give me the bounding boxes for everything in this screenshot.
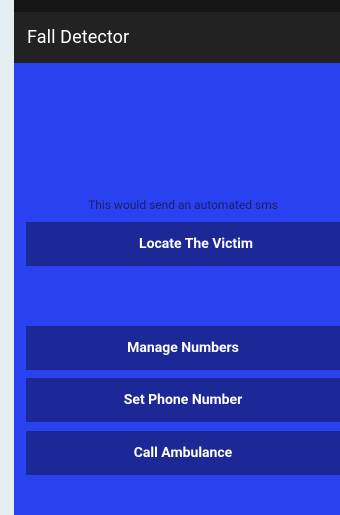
- locate-victim-button[interactable]: Locate The Victim: [26, 222, 340, 266]
- app-title: Fall Detector: [27, 27, 130, 48]
- set-phone-number-button[interactable]: Set Phone Number: [26, 378, 340, 422]
- call-ambulance-button[interactable]: Call Ambulance: [26, 431, 340, 475]
- app-window: Fall Detector This would send an automat…: [14, 0, 340, 515]
- manage-numbers-label: Manage Numbers: [127, 340, 239, 356]
- main-content: This would send an automated sms Locate …: [14, 63, 340, 515]
- call-ambulance-label: Call Ambulance: [133, 445, 233, 461]
- action-bar: Fall Detector: [14, 12, 340, 63]
- manage-numbers-button[interactable]: Manage Numbers: [26, 326, 340, 370]
- sms-hint-text: This would send an automated sms: [88, 198, 278, 212]
- status-bar: [14, 0, 340, 12]
- set-phone-number-label: Set Phone Number: [123, 392, 243, 408]
- locate-victim-label: Locate The Victim: [139, 236, 253, 252]
